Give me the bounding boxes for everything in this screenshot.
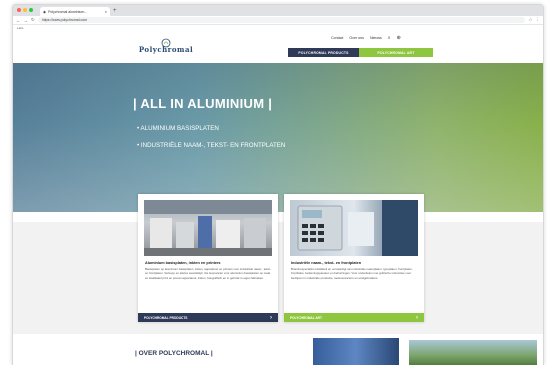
hero-banner: | ALL IN ALUMINIUM | • ALUMINIUM BASISPL…	[13, 63, 543, 212]
about-photo-building	[313, 338, 399, 365]
site-header: Polychromal Contact Over ons Nieuws ⌕ ⊕ …	[13, 31, 543, 63]
card-footer-label: POLYCHROMAL ART	[290, 315, 322, 320]
address-bar: ← → ↻ https://www.polychromal.com ☆ ⋮	[13, 16, 543, 25]
about-title: | OVER POLYCHROMAL |	[135, 350, 213, 357]
browser-menu-icon[interactable]: ⋮	[536, 17, 541, 23]
card-frontplaten[interactable]: Industriële naam-, tekst- en frontplaten…	[284, 194, 424, 322]
card-text: Basisplaten op aluminium basisplaten, in…	[145, 267, 271, 280]
hero-item-basisplaten: • ALUMINIUM BASISPLATEN	[137, 125, 219, 132]
bookmark-star-icon[interactable]: ☆	[528, 17, 532, 23]
tab-title: Polychromal aluminium...	[48, 9, 88, 14]
url-input[interactable]: https://www.polychromal.com	[37, 17, 526, 23]
browser-tab[interactable]: ◉ Polychromal aluminium... ×	[40, 7, 110, 16]
language-globe-icon[interactable]: ⊕	[397, 35, 401, 41]
card-footer-link[interactable]: POLYCHROMAL PRODUCTS ›	[138, 313, 278, 322]
about-photo-landscape	[409, 340, 537, 365]
minimize-window-icon[interactable]	[23, 8, 27, 12]
maximize-window-icon[interactable]	[29, 8, 33, 12]
hero-item-frontplaten: • INDUSTRIËLE NAAM-, TEKST- EN FRONTPLAT…	[137, 142, 286, 149]
tab-close-icon[interactable]: ×	[105, 9, 107, 14]
art-button[interactable]: POLYCHROMAL ART	[359, 48, 433, 57]
chevron-right-icon: ›	[416, 314, 418, 321]
close-window-icon[interactable]	[17, 8, 21, 12]
card-image-factory	[144, 200, 272, 256]
bookmark-item[interactable]: Labs	[17, 26, 24, 30]
search-icon[interactable]: ⌕	[388, 35, 391, 41]
forward-icon[interactable]: →	[24, 18, 29, 23]
hero-title: | ALL IN ALUMINIUM |	[133, 96, 273, 111]
card-footer-label: POLYCHROMAL PRODUCTS	[144, 315, 188, 320]
top-nav: Contact Over ons Nieuws ⌕ ⊕	[331, 35, 401, 41]
back-icon[interactable]: ←	[16, 18, 21, 23]
products-button[interactable]: POLYCHROMAL PRODUCTS	[288, 48, 359, 57]
window-controls	[17, 8, 33, 12]
card-title: Aluminium basisplaten, inkten en printer…	[145, 261, 221, 265]
browser-window: ◉ Polychromal aluminium... × + ← → ↻ htt…	[12, 4, 544, 365]
card-products[interactable]: Aluminium basisplaten, inkten en printer…	[138, 194, 278, 322]
nav-link-over-ons[interactable]: Over ons	[349, 36, 364, 40]
about-section: | OVER POLYCHROMAL |	[13, 334, 543, 365]
chevron-right-icon: ›	[270, 314, 272, 321]
browser-tab-bar: ◉ Polychromal aluminium... × +	[13, 5, 543, 16]
logo[interactable]: Polychromal	[131, 35, 201, 54]
card-footer-link[interactable]: POLYCHROMAL ART ›	[284, 313, 424, 322]
new-tab-icon[interactable]: +	[113, 7, 117, 15]
reload-icon[interactable]: ↻	[31, 17, 35, 23]
card-title: Industriële naam-, tekst- en frontplaten	[291, 261, 362, 265]
nav-link-contact[interactable]: Contact	[331, 36, 343, 40]
card-image-panel	[290, 200, 418, 256]
favicon-icon: ◉	[43, 9, 47, 14]
cards-background	[13, 222, 543, 334]
logo-mark-icon	[161, 35, 171, 48]
card-text: Branchespecialist ontwikkelt en vervaard…	[291, 267, 413, 280]
nav-link-nieuws[interactable]: Nieuws	[370, 36, 382, 40]
